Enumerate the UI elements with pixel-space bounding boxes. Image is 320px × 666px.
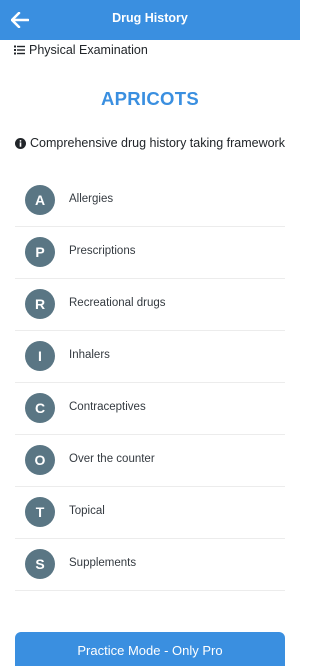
- list-icon: [14, 45, 25, 55]
- letter-badge: I: [25, 341, 55, 371]
- breadcrumb-label: Physical Examination: [29, 43, 148, 57]
- list-item-supplements[interactable]: S Supplements: [15, 539, 285, 591]
- list-item-label: Recreational drugs: [69, 297, 166, 309]
- letter-badge: T: [25, 497, 55, 527]
- list-item-label: Topical: [69, 505, 105, 517]
- list-item-contraceptives[interactable]: C Contraceptives: [15, 383, 285, 435]
- page-header-title: Drug History: [112, 11, 188, 25]
- letter-badge: A: [25, 185, 55, 215]
- letter-badge: O: [25, 445, 55, 475]
- list-item-label: Contraceptives: [69, 401, 146, 413]
- list-item-recreational-drugs[interactable]: R Recreational drugs: [15, 279, 285, 331]
- info-circle-icon: [15, 137, 26, 149]
- info-text: Comprehensive drug history taking framew…: [30, 136, 285, 150]
- list-item-allergies[interactable]: A Allergies: [15, 175, 285, 227]
- list-item-label: Over the counter: [69, 453, 155, 465]
- breadcrumb-physical-examination[interactable]: Physical Examination: [14, 43, 148, 57]
- list-item-inhalers[interactable]: I Inhalers: [15, 331, 285, 383]
- top-app-bar: Drug History: [0, 0, 300, 40]
- apricots-list: A Allergies P Prescriptions R Recreation…: [15, 175, 285, 591]
- letter-badge: P: [25, 237, 55, 267]
- list-item-label: Allergies: [69, 193, 114, 205]
- list-item-label: Prescriptions: [69, 245, 136, 257]
- list-item-topical[interactable]: T Topical: [15, 487, 285, 539]
- practice-mode-button[interactable]: Practice Mode - Only Pro: [15, 632, 285, 666]
- letter-badge: R: [25, 289, 55, 319]
- letter-badge: C: [25, 393, 55, 423]
- list-item-over-the-counter[interactable]: O Over the counter: [15, 435, 285, 487]
- list-item-label: Supplements: [69, 557, 137, 569]
- letter-badge: S: [25, 549, 55, 579]
- list-item-label: Inhalers: [69, 349, 110, 361]
- page-title: APRICOTS: [101, 88, 199, 109]
- list-item-prescriptions[interactable]: P Prescriptions: [15, 227, 285, 279]
- app-screen: Drug History Physical Examination APRICO…: [0, 0, 300, 666]
- info-description: Comprehensive drug history taking framew…: [15, 136, 285, 150]
